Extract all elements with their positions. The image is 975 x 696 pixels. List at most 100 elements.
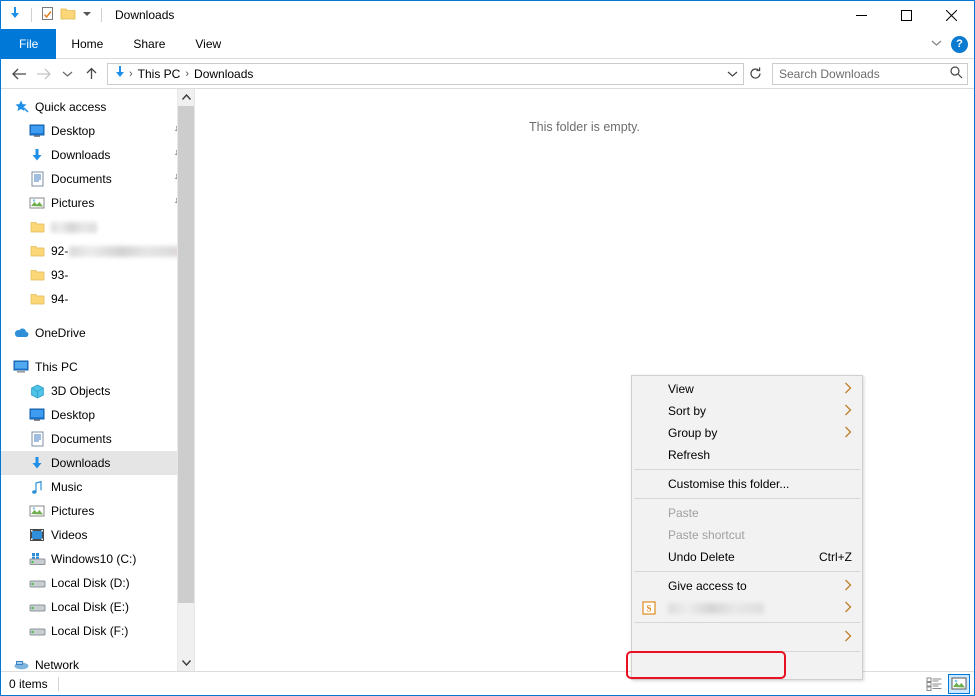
sidebar-item-windows10-c[interactable]: Windows10 (C:) [1,547,194,571]
sidebar-item-downloads-label: Downloads [51,148,110,162]
sidebar-item-desktop-pc[interactable]: Desktop [1,403,194,427]
close-button[interactable] [929,1,974,29]
sidebar-item-local-disk-e[interactable]: Local Disk (E:) [1,595,194,619]
title-bar: Downloads [1,1,974,29]
sidebar-item-windows10-c-label: Windows10 (C:) [51,552,136,566]
refresh-button[interactable] [744,63,766,85]
large-icons-view-button[interactable] [948,674,970,694]
sidebar-item-videos[interactable]: Videos [1,523,194,547]
window-controls [839,1,974,29]
chevron-right-icon [844,381,852,398]
menu-item-paste-shortcut: Paste shortcut [632,524,862,546]
sidebar-item-documents[interactable]: Documents [1,167,194,191]
drive-icon [27,601,47,613]
sidebar-item-music[interactable]: Music [1,475,194,499]
details-view-button[interactable] [923,674,945,694]
scroll-down-arrow-icon[interactable] [178,654,194,671]
maximize-button[interactable] [884,1,929,29]
menu-item-undo-delete[interactable]: Undo Delete Ctrl+Z [632,546,862,568]
sidebar-item-folder-93[interactable]: 93- [1,263,194,287]
sidebar-item-local-disk-d[interactable]: Local Disk (D:) [1,571,194,595]
toolbar-divider [31,8,32,22]
breadcrumb-item-downloads[interactable]: Downloads [190,67,257,81]
address-bar: › This PC › Downloads Search Downloads [1,59,974,89]
scrollbar-thumb[interactable] [178,106,194,603]
tab-view[interactable]: View [180,29,236,59]
menu-item-sort-by[interactable]: Sort by [632,400,862,422]
search-input[interactable]: Search Downloads [772,63,968,85]
sidebar-item-3d-objects[interactable]: 3D Objects [1,379,194,403]
scroll-up-arrow-icon[interactable] [178,89,194,106]
chevron-right-icon [844,578,852,595]
downloads-icon[interactable] [7,6,23,25]
folder-icon [27,245,47,258]
orange-s-icon: S [642,601,656,618]
sidebar-item-music-label: Music [51,480,82,494]
breadcrumb-dropdown-chevron-icon[interactable] [723,69,741,79]
sidebar-scrollbar[interactable] [177,89,194,671]
sidebar-item-network[interactable]: Network [1,653,194,671]
tab-home[interactable]: Home [56,29,118,59]
empty-folder-message: This folder is empty. [195,120,974,134]
menu-item-refresh[interactable]: Refresh [632,444,862,466]
menu-item-customise-this-folder[interactable]: Customise this folder... [632,473,862,495]
minimize-button[interactable] [839,1,884,29]
star-pin-icon [11,99,31,115]
pictures-icon [27,196,47,210]
up-button[interactable] [79,62,103,86]
sidebar-item-local-disk-d-label: Local Disk (D:) [51,576,130,590]
menu-item-redacted-app[interactable]: S [632,597,862,619]
back-button[interactable] [7,62,31,86]
3d-objects-icon [27,384,47,399]
context-menu: View Sort by Group by [631,375,863,680]
sidebar-group-quick-access[interactable]: Quick access [1,95,194,119]
sidebar-item-3d-objects-label: 3D Objects [51,384,110,398]
sidebar-item-downloads[interactable]: Downloads [1,143,194,167]
menu-item-group-by-label: Group by [668,426,717,440]
sidebar-item-onedrive[interactable]: OneDrive [1,321,194,345]
ribbon-tab-bar: File Home Share View ? [1,29,974,59]
help-icon[interactable]: ? [951,36,968,53]
menu-separator-2 [634,498,860,499]
view-mode-buttons [923,674,970,694]
forward-button[interactable] [31,62,55,86]
menu-separator-5 [634,651,860,652]
item-count-label: 0 items [9,677,48,691]
menu-item-give-access-to[interactable]: Give access to [632,575,862,597]
sidebar-item-local-disk-f[interactable]: Local Disk (F:) [1,619,194,643]
sidebar-item-redacted-folder-1[interactable] [1,215,194,239]
menu-item-customise-this-folder-label: Customise this folder... [668,477,789,491]
sidebar-item-pictures[interactable]: Pictures [1,191,194,215]
tab-file[interactable]: File [1,29,56,59]
menu-item-view[interactable]: View [632,378,862,400]
chevron-right-icon [844,403,852,420]
menu-item-sort-by-label: Sort by [668,404,706,418]
properties-icon[interactable] [40,6,55,24]
sidebar-item-downloads-pc[interactable]: Downloads [1,451,194,475]
explorer-body: Quick access Desktop Downloads [1,89,974,671]
menu-item-group-by[interactable]: Group by [632,422,862,444]
menu-item-undo-delete-label: Undo Delete [668,550,735,564]
menu-item-properties[interactable] [632,655,862,677]
sidebar-group-quick-access-label: Quick access [35,100,106,114]
sidebar-item-redacted-folder-92[interactable]: 92- [1,239,194,263]
sidebar-item-folder-94[interactable]: 94- [1,287,194,311]
search-icon[interactable] [949,65,963,82]
breadcrumb-item-this-pc[interactable]: This PC [134,67,185,81]
sidebar-group-this-pc[interactable]: This PC [1,355,194,379]
menu-item-paste: Paste [632,502,862,524]
customise-quick-access-chevron-icon[interactable] [81,8,93,22]
menu-item-new[interactable] [632,626,862,648]
breadcrumb[interactable]: › This PC › Downloads [107,63,744,85]
sidebar-item-onedrive-label: OneDrive [35,326,86,340]
sidebar-item-documents-pc[interactable]: Documents [1,427,194,451]
recent-locations-button[interactable] [55,62,79,86]
sidebar-item-desktop[interactable]: Desktop [1,119,194,143]
tab-share[interactable]: Share [118,29,180,59]
sidebar-item-folder-92-label: 92- [51,244,68,258]
new-folder-icon[interactable] [60,7,76,24]
file-list-pane[interactable]: This folder is empty. View Sort by Group [194,89,974,671]
sidebar-item-pictures-pc[interactable]: Pictures [1,499,194,523]
expand-ribbon-chevron-icon[interactable] [930,37,943,51]
drive-icon [27,577,47,589]
